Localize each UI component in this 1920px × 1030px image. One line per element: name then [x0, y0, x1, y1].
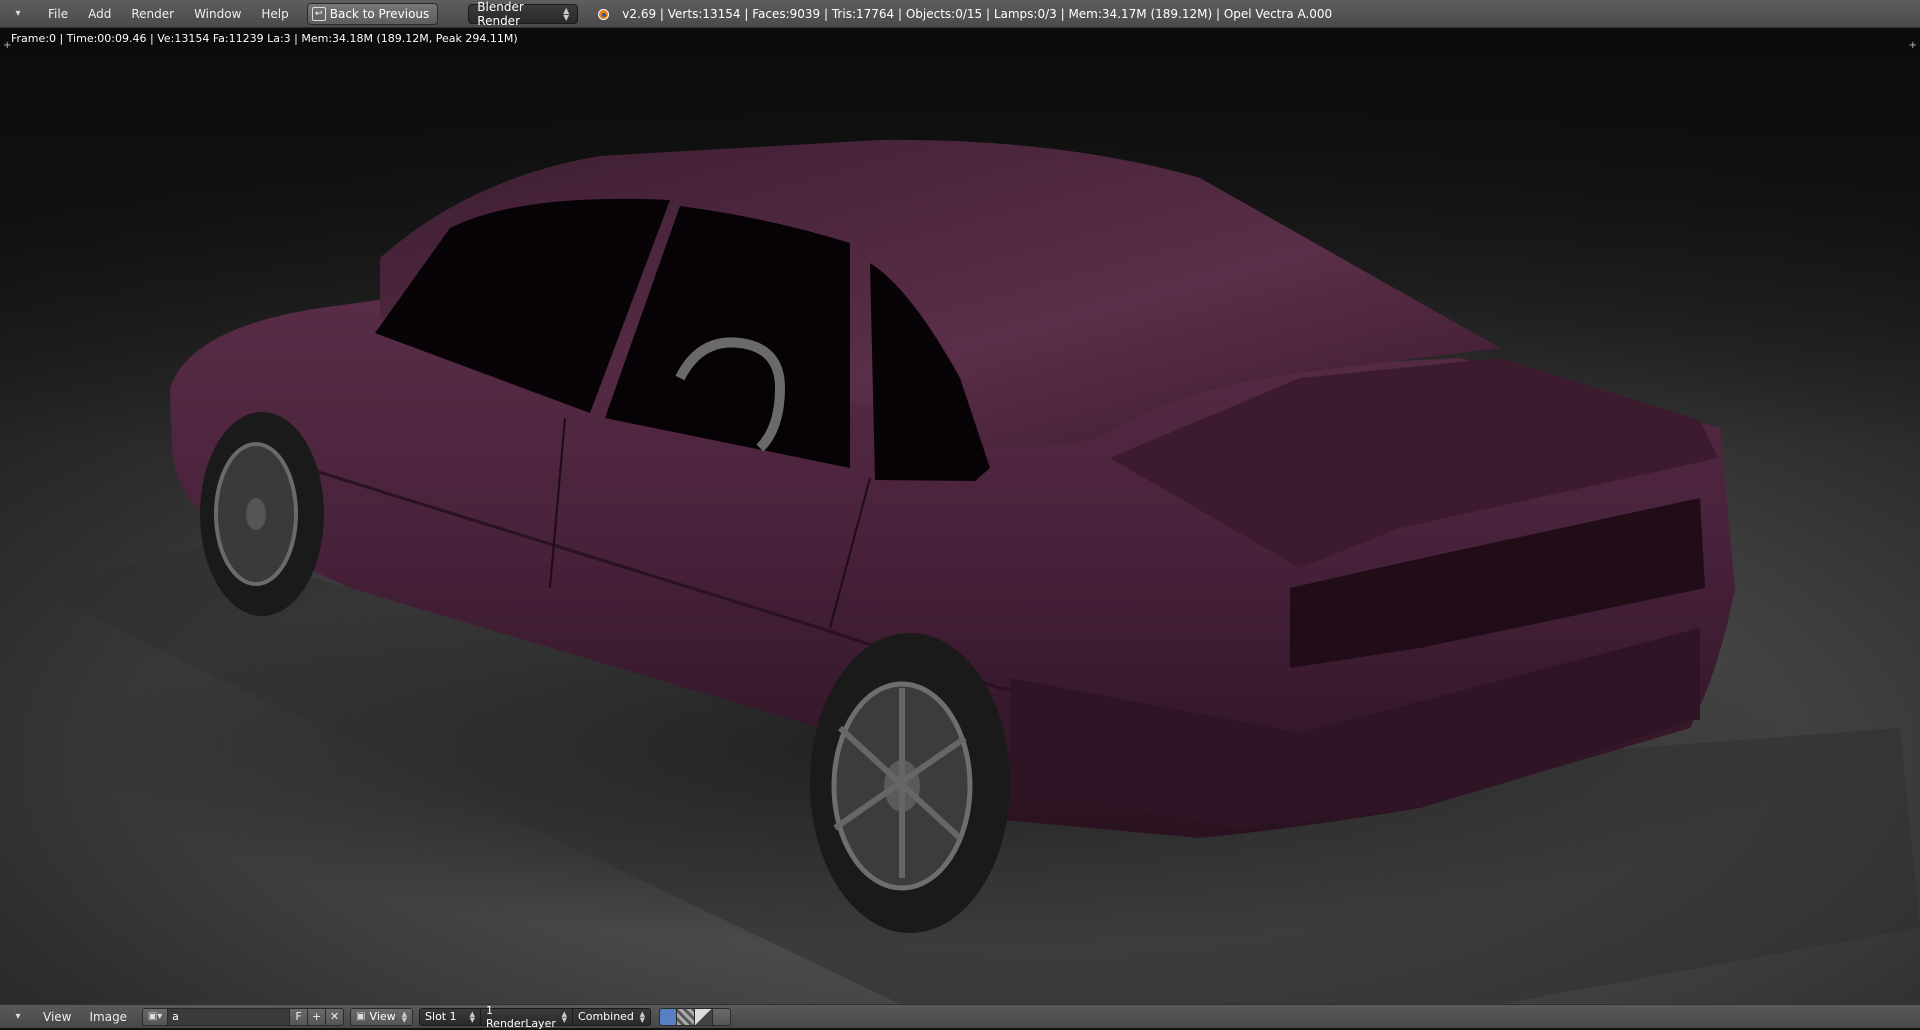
- slot-select-label: Slot 1: [425, 1010, 457, 1023]
- menu-window[interactable]: Window: [184, 0, 251, 28]
- render-pass-select[interactable]: Combined ▲ ▼: [573, 1007, 652, 1026]
- render-layer-label: 1 RenderLayer: [486, 1003, 556, 1030]
- menu-render[interactable]: Render: [121, 0, 184, 28]
- select-arrows-icon: ▲ ▼: [561, 1009, 568, 1024]
- menu-file[interactable]: File: [38, 0, 78, 28]
- view-select[interactable]: ▣ View ▲ ▼: [350, 1007, 414, 1026]
- back-to-previous-button[interactable]: ↩ Back to Previous: [306, 2, 439, 25]
- select-arrows-icon: ▲ ▼: [469, 1009, 476, 1024]
- slot-select[interactable]: Slot 1 ▲ ▼: [419, 1007, 482, 1026]
- stop-icon[interactable]: [713, 1007, 732, 1026]
- blender-logo-icon: [596, 6, 612, 22]
- main-menu: File Add Render Window Help: [38, 0, 299, 28]
- render-engine-label: Blender Render: [477, 0, 524, 28]
- menu-image[interactable]: Image: [80, 1010, 136, 1024]
- menu-view[interactable]: View: [34, 1010, 80, 1024]
- view-image-icon: ▣: [356, 1011, 366, 1022]
- image-browse-icon[interactable]: ▣▾: [142, 1007, 169, 1026]
- editor-type-icon[interactable]: ▾: [10, 1009, 26, 1025]
- rear-wheel: [200, 412, 324, 616]
- alpha-icon[interactable]: [677, 1007, 696, 1026]
- render-result-viewport[interactable]: Frame:0 | Time:00:09.46 | Ve:13154 Fa:11…: [0, 28, 1920, 1004]
- editor-type-icon[interactable]: ▾: [10, 6, 26, 22]
- select-arrows-icon: ▲ ▼: [401, 1009, 408, 1024]
- render-info-overlay: Frame:0 | Time:00:09.46 | Ve:13154 Fa:11…: [11, 32, 518, 45]
- top-header: ▾ File Add Render Window Help ↩ Back to …: [0, 0, 1920, 28]
- image-editor-header: ▾ View Image ▣▾ a F + ✕ ▣ View ▲ ▼ Slot 1…: [0, 1004, 1920, 1030]
- display-channel-buttons: [659, 1007, 732, 1026]
- menu-help[interactable]: Help: [251, 0, 298, 28]
- view-select-label: View: [369, 1010, 396, 1023]
- scene-stats: v2.69 | Verts:13154 | Faces:9039 | Tris:…: [622, 6, 1333, 21]
- unlink-image-button[interactable]: ✕: [326, 1007, 345, 1026]
- render-layer-select[interactable]: 1 RenderLayer ▲ ▼: [481, 1004, 574, 1030]
- render-image: [30, 139, 1920, 1004]
- corner-widget-top-right[interactable]: +: [1909, 40, 1917, 51]
- new-image-button[interactable]: +: [308, 1007, 327, 1026]
- back-to-previous-label: Back to Previous: [329, 6, 430, 21]
- fake-user-button[interactable]: F: [290, 1007, 309, 1026]
- color-alpha-icon[interactable]: [659, 1007, 678, 1026]
- menu-add[interactable]: Add: [78, 0, 121, 28]
- select-arrows-icon: ▲ ▼: [639, 1009, 646, 1024]
- image-name-field[interactable]: a: [168, 1007, 291, 1026]
- back-arrow-icon: ↩: [311, 6, 326, 21]
- front-wheel: [810, 633, 1010, 933]
- z-buffer-icon[interactable]: [695, 1007, 714, 1026]
- select-arrows-icon: ▲ ▼: [563, 5, 570, 22]
- render-pass-label: Combined: [578, 1010, 634, 1023]
- render-engine-select[interactable]: Blender Render ▲ ▼: [468, 0, 579, 28]
- corner-widget-top-left[interactable]: +: [3, 40, 11, 51]
